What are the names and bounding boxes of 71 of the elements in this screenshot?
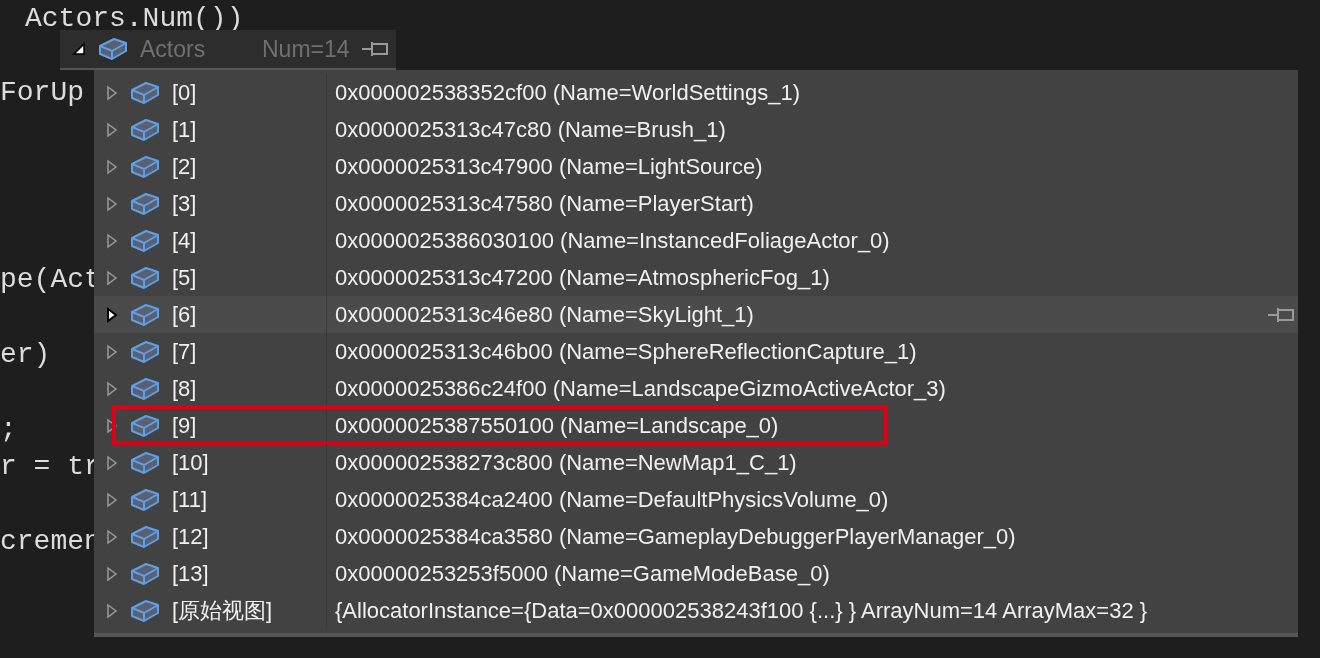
datatip-row[interactable]: [6] 0x0000025313c46e80 (Name=SkyLight_1) bbox=[94, 296, 1298, 333]
item-value: 0x0000025313c46b00 (Name=SphereReflectionCapture_1) bbox=[334, 338, 917, 366]
collapse-triangle-icon[interactable] bbox=[72, 42, 86, 56]
cube-icon bbox=[130, 597, 160, 624]
item-name: [3] bbox=[172, 190, 197, 218]
datatip-row[interactable]: [9] 0x0000025387550100 (Name=Landscape_0) bbox=[94, 407, 1298, 444]
item-name: [11] bbox=[172, 486, 208, 514]
item-value: 0x0000025313c47900 (Name=LightSource) bbox=[334, 153, 763, 181]
item-name: [4] bbox=[172, 227, 197, 255]
item-value: 0x0000025384ca2400 (Name=DefaultPhysicsVolume_0) bbox=[334, 486, 889, 514]
variable-value: Num=14 bbox=[262, 34, 350, 64]
item-value: 0x000002538273c800 (Name=NewMap1_C_1) bbox=[334, 449, 797, 477]
item-value: {AllocatorInstance={Data=0x000002538243f100 {...} } ArrayNum=14 ArrayMax=32 } bbox=[334, 597, 1148, 625]
code-text: ; bbox=[0, 413, 17, 447]
item-value: 0x0000025313c47580 (Name=PlayerStart) bbox=[334, 190, 754, 218]
datatip-row[interactable]: [2] 0x0000025313c47900 (Name=LightSource) bbox=[94, 148, 1298, 185]
item-value: 0x0000025387550100 (Name=Landscape_0) bbox=[334, 412, 779, 440]
cube-icon bbox=[130, 264, 160, 291]
cube-icon bbox=[130, 523, 160, 550]
cube-icon bbox=[130, 153, 160, 180]
expand-caret-icon[interactable] bbox=[106, 306, 118, 323]
cube-icon bbox=[130, 79, 160, 106]
item-name: [原始视图] bbox=[172, 597, 273, 625]
cube-icon bbox=[130, 190, 160, 217]
datatip-row[interactable]: [3] 0x0000025313c47580 (Name=PlayerStart) bbox=[94, 185, 1298, 222]
pin-icon[interactable] bbox=[1268, 306, 1294, 323]
item-name: [8] bbox=[172, 375, 197, 403]
datatip-row[interactable]: [1] 0x0000025313c47c80 (Name=Brush_1) bbox=[94, 111, 1298, 148]
datatip-row[interactable]: [7] 0x0000025313c46b00 (Name=SphereReflectionCapture_1) bbox=[94, 333, 1298, 370]
item-name: [7] bbox=[172, 338, 197, 366]
cube-icon bbox=[130, 486, 160, 513]
item-name: [2] bbox=[172, 153, 197, 181]
code-text: er) bbox=[0, 338, 51, 373]
cube-icon bbox=[130, 412, 160, 439]
cube-icon bbox=[130, 375, 160, 402]
item-value: 0x0000025313c47c80 (Name=Brush_1) bbox=[334, 116, 726, 144]
code-text: pe(Act bbox=[0, 263, 101, 298]
item-name: [9] bbox=[172, 412, 197, 440]
datatip-row[interactable]: [原始视图] {AllocatorInstance={Data=0x000002538243f100 {...} } ArrayNum=14 ArrayMax=32 } bbox=[94, 592, 1298, 629]
cube-icon bbox=[130, 116, 160, 143]
datatip-row[interactable]: [11] 0x0000025384ca2400 (Name=DefaultPhysicsVolume_0) bbox=[94, 481, 1298, 518]
cube-icon bbox=[130, 227, 160, 254]
variable-name: Actors bbox=[140, 34, 207, 64]
item-name: [10] bbox=[172, 449, 209, 477]
datatip-row[interactable]: [10] 0x000002538273c800 (Name=NewMap1_C_1) bbox=[94, 444, 1298, 481]
item-name: [0] bbox=[172, 79, 197, 107]
datatip-row[interactable]: [8] 0x0000025386c24f00 (Name=LandscapeGizmoActiveActor_3) bbox=[94, 370, 1298, 407]
item-name: [6] bbox=[172, 301, 197, 329]
item-name: [1] bbox=[172, 116, 197, 144]
item-value: 0x0000025386030100 (Name=InstancedFoliageActor_0) bbox=[334, 227, 890, 255]
datatip-row[interactable]: [12] 0x0000025384ca3580 (Name=GameplayDebuggerPlayerManager_0) bbox=[94, 518, 1298, 555]
item-name: [5] bbox=[172, 264, 197, 292]
datatip-row[interactable]: [0] 0x000002538352cf00 (Name=WorldSettings_1) bbox=[94, 74, 1298, 111]
pin-icon[interactable] bbox=[361, 41, 388, 57]
cube-icon bbox=[130, 301, 160, 328]
item-name: [12] bbox=[172, 523, 209, 551]
item-value: 0x0000025313c47200 (Name=AtmosphericFog_1) bbox=[334, 264, 830, 292]
item-value: 0x000002538352cf00 (Name=WorldSettings_1) bbox=[334, 79, 800, 107]
item-value: 0x0000025384ca3580 (Name=GameplayDebuggerPlayerManager_0) bbox=[334, 523, 1016, 551]
code-text: ForUp bbox=[0, 76, 84, 111]
cube-icon bbox=[130, 560, 160, 587]
cube-icon bbox=[130, 338, 160, 365]
item-value: 0x00000253253f5000 (Name=GameModeBase_0) bbox=[334, 560, 830, 588]
datatip-row[interactable]: [13] 0x00000253253f5000 (Name=GameModeBase_0) bbox=[94, 555, 1298, 592]
datatip-row[interactable]: [4] 0x0000025386030100 (Name=InstancedFoliageActor_0) bbox=[94, 222, 1298, 259]
item-value: 0x0000025313c46e80 (Name=SkyLight_1) bbox=[334, 301, 754, 329]
code-text: Actors.Num()) bbox=[25, 1, 244, 36]
item-name: [13] bbox=[172, 560, 209, 588]
item-value: 0x0000025386c24f00 (Name=LandscapeGizmoActiveActor_3) bbox=[334, 375, 946, 403]
cube-icon bbox=[98, 36, 128, 62]
cube-icon bbox=[130, 449, 160, 476]
